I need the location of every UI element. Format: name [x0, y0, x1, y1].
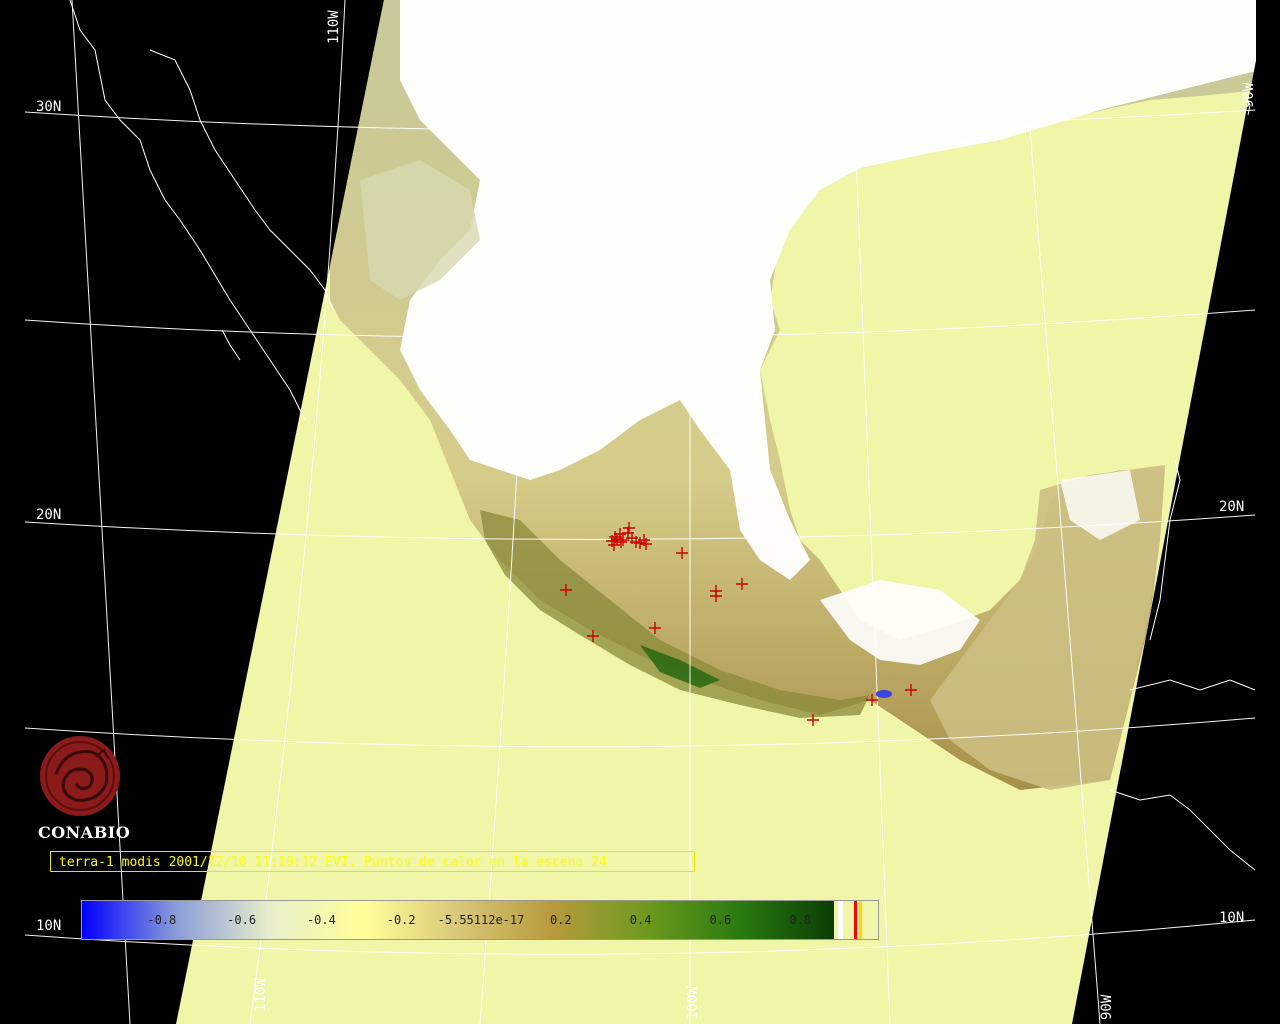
lon-label-100w-bottom: 100W [685, 986, 701, 1020]
legend-tick-label: -5.55112e-17 [437, 913, 525, 927]
lat-label-20n-left: 20N [36, 507, 62, 523]
lat-label-10n-right: 10N [1219, 910, 1245, 926]
legend-end-marker-red [854, 901, 857, 939]
evi-color-legend: -0.8 -0.6 -0.4 -0.2 -5.55112e-17 0.2 0.4 0.6 0.8 [81, 900, 879, 940]
lat-label-10n-left: 10N [36, 918, 62, 934]
legend-tick-label: 0.2 [549, 913, 572, 927]
legend-tick-label: 0.8 [789, 913, 812, 927]
lon-label-110w-top: 110W [326, 10, 342, 44]
lat-label-30n-left: 30N [36, 99, 62, 115]
legend-tick-label: 0.6 [709, 913, 732, 927]
lat-label-20n-right: 20N [1219, 499, 1245, 515]
evi-low-patch [876, 690, 892, 698]
lon-label-90w-right: 90W [1241, 82, 1257, 108]
lon-label-110w-bottom: 110W [253, 978, 269, 1012]
legend-tick-label: 0.4 [629, 913, 652, 927]
legend-end-marker-yellow [859, 901, 862, 939]
image-title: terra-1 modis 2001/12/10 11:10:12 EVI. P… [50, 851, 695, 872]
conabio-logo-text: CONABIO [38, 823, 131, 842]
conabio-logo-icon [40, 736, 120, 816]
legend-end-marker-white [838, 901, 843, 939]
legend-tick-label: -0.8 [147, 913, 177, 927]
legend-tick-label: -0.2 [386, 913, 416, 927]
lon-label-90w-bottom: 90W [1099, 994, 1115, 1020]
legend-tick-label: -0.6 [227, 913, 257, 927]
legend-tick-label: -0.4 [306, 913, 336, 927]
